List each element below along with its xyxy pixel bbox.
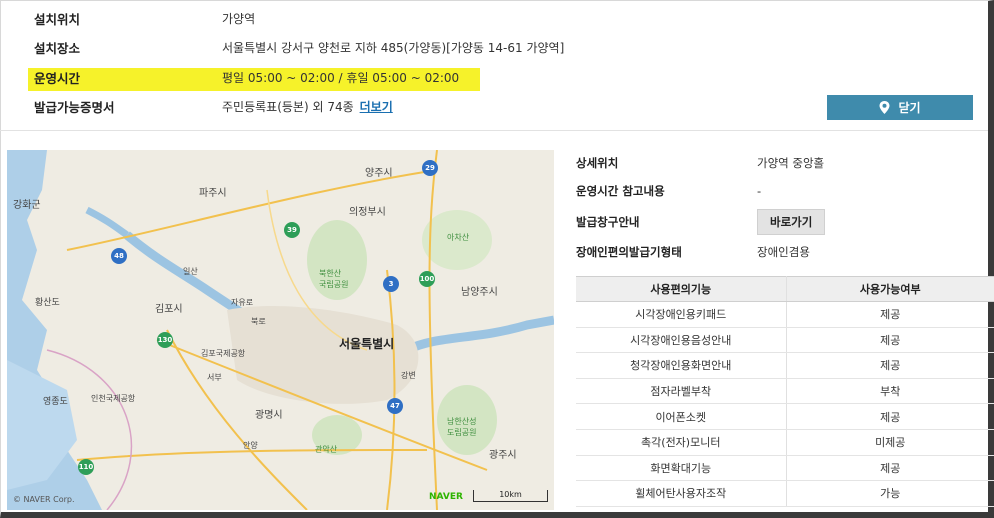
table-row: 시각장애인용음성안내 제공 bbox=[576, 327, 994, 354]
table-header-row: 사용편의기능 사용가능여부 bbox=[576, 276, 994, 302]
feature-cell: 점자라벨부착 bbox=[576, 378, 787, 405]
info-row-certificates: 발급가능증명서 주민등록표(등본) 외 74종 더보기 bbox=[34, 92, 393, 120]
map-label-incheon-airport: 인천국제공항 bbox=[91, 394, 136, 403]
map-label-gimpo-airport: 김포국제공항 bbox=[201, 349, 246, 358]
map-label-hwangsan: 황산도 bbox=[35, 298, 60, 308]
table-row: 촉각(전자)모니터 미제공 bbox=[576, 429, 994, 456]
map-label-namhansanseong: 남한산성 도립공원 bbox=[447, 417, 477, 437]
map-label-ganghwa: 강화군 bbox=[13, 200, 41, 211]
feature-cell: 화면확대기능 bbox=[576, 455, 787, 482]
map-label-achasan: 아차산 bbox=[447, 233, 470, 242]
detail-row-location: 상세위치 가양역 중앙홀 bbox=[576, 150, 824, 176]
route-shield: 39 bbox=[284, 222, 300, 238]
close-button[interactable]: 닫기 bbox=[827, 95, 973, 120]
route-shield: 47 bbox=[387, 398, 403, 414]
info-row-hours: 운영시간 평일 05:00 ~ 02:00 / 휴일 05:00 ~ 02:00 bbox=[34, 63, 459, 91]
table-row: 휠체어탄사용자조작 가능 bbox=[576, 480, 994, 507]
naver-logo: NAVER bbox=[429, 492, 463, 502]
detail-label: 발급창구안내 bbox=[576, 215, 640, 229]
feature-cell: 촉각(전자)모니터 bbox=[576, 429, 787, 456]
availability-cell: 제공 bbox=[786, 301, 994, 328]
column-header: 사용가능여부 bbox=[786, 276, 994, 302]
availability-cell: 제공 bbox=[786, 327, 994, 354]
map-label-gangbyeon: 강변 bbox=[401, 371, 416, 380]
map-label-gwanaksan: 관악산 bbox=[315, 445, 338, 454]
map-label-paju: 파주시 bbox=[199, 188, 227, 199]
table-row: 시각장애인용키패드 제공 bbox=[576, 301, 994, 328]
map-label-yeongjongdo: 영종도 bbox=[43, 397, 68, 407]
accessibility-table: 사용편의기능 사용가능여부 시각장애인용키패드 제공 시각장애인용음성안내 제공 청… bbox=[576, 276, 994, 507]
map-label-gimpo: 김포시 bbox=[155, 304, 183, 315]
table-row: 점자라벨부착 부착 bbox=[576, 378, 994, 405]
map-label-uijeongbu: 의정부시 bbox=[349, 207, 386, 218]
info-label: 설치장소 bbox=[34, 40, 81, 56]
feature-cell: 청각장애인용화면안내 bbox=[576, 352, 787, 379]
availability-cell: 제공 bbox=[786, 455, 994, 482]
route-shield: 29 bbox=[422, 160, 438, 176]
map-label-anyang: 안양 bbox=[243, 441, 258, 450]
info-label: 발급가능증명서 bbox=[34, 99, 115, 115]
location-map[interactable]: 양주시 파주시 강화군 의정부시 김포시 남양주시 서울특별시 광명시 광주시 … bbox=[7, 150, 554, 510]
map-label-namyangju: 남양주시 bbox=[461, 287, 498, 298]
map-label-gwangmyeong: 광명시 bbox=[255, 410, 283, 421]
route-shield: 48 bbox=[111, 248, 127, 264]
map-copyright: © NAVER Corp. bbox=[13, 495, 75, 504]
column-header: 사용편의기능 bbox=[576, 276, 787, 302]
route-shield: 3 bbox=[383, 276, 399, 292]
map-label-bukhansan: 북한산 국립공원 bbox=[319, 269, 349, 289]
map-label-yangju: 양주시 bbox=[365, 168, 393, 179]
goto-button[interactable]: 바로가기 bbox=[757, 209, 826, 235]
kiosk-info-section: 설치위치 가양역 설치장소 서울특별시 강서구 양천로 지하 485(가양동)[… bbox=[0, 0, 988, 130]
detail-label: 장애인편의발급기형태 bbox=[576, 245, 682, 259]
detail-row-type: 장애인편의발급기형태 장애인겸용 bbox=[576, 239, 810, 265]
route-shield: 130 bbox=[157, 332, 173, 348]
table-row: 청각장애인용화면안내 제공 bbox=[576, 352, 994, 379]
feature-cell: 시각장애인용키패드 bbox=[576, 301, 787, 328]
availability-cell: 미제공 bbox=[786, 429, 994, 456]
detail-value: - bbox=[757, 184, 762, 198]
close-button-label: 닫기 bbox=[898, 101, 921, 115]
table-row: 화면확대기능 제공 bbox=[576, 455, 994, 482]
feature-cell: 휠체어탄사용자조작 bbox=[576, 480, 787, 507]
availability-cell: 가능 bbox=[786, 480, 994, 507]
availability-cell: 제공 bbox=[786, 352, 994, 379]
info-value: 주민등록표(등본) 외 74종 bbox=[222, 99, 354, 114]
info-label: 운영시간 bbox=[34, 70, 81, 86]
detail-row-hours-note: 운영시간 참고내용 - bbox=[576, 178, 761, 204]
section-divider bbox=[0, 130, 988, 131]
map-label-seobu: 서부 bbox=[207, 373, 222, 382]
availability-cell: 제공 bbox=[786, 403, 994, 430]
info-row-location: 설치위치 가양역 bbox=[34, 4, 255, 32]
map-label-bukro: 북로 bbox=[251, 317, 266, 326]
info-row-place: 설치장소 서울특별시 강서구 양천로 지하 485(가양동)[가양동 14-61… bbox=[34, 33, 564, 61]
detail-label: 상세위치 bbox=[576, 156, 619, 170]
info-value: 가양역 bbox=[222, 11, 256, 26]
availability-cell: 부착 bbox=[786, 378, 994, 405]
info-value: 평일 05:00 ~ 02:00 / 휴일 05:00 ~ 02:00 bbox=[222, 70, 460, 85]
more-link[interactable]: 더보기 bbox=[360, 98, 393, 115]
map-scale: 10km bbox=[473, 490, 548, 502]
route-shield: 110 bbox=[78, 459, 94, 475]
map-label-ilsan: 일산 bbox=[183, 267, 198, 276]
map-label-gwangju: 광주시 bbox=[489, 450, 517, 461]
table-row: 이어폰소켓 제공 bbox=[576, 403, 994, 430]
detail-value: 장애인겸용 bbox=[757, 245, 810, 259]
map-label-jayuro: 자유로 bbox=[231, 298, 254, 307]
info-label: 설치위치 bbox=[34, 11, 81, 27]
map-pin-icon bbox=[879, 101, 890, 114]
detail-label: 운영시간 참고내용 bbox=[576, 184, 665, 198]
detail-row-window: 발급창구안내 바로가기 bbox=[576, 209, 826, 235]
info-value: 서울특별시 강서구 양천로 지하 485(가양동)[가양동 14-61 가양역] bbox=[222, 40, 565, 55]
route-shield: 100 bbox=[419, 271, 435, 287]
map-label-seoul: 서울특별시 bbox=[339, 337, 395, 351]
feature-cell: 이어폰소켓 bbox=[576, 403, 787, 430]
detail-value: 가양역 중앙홀 bbox=[757, 156, 825, 170]
feature-cell: 시각장애인용음성안내 bbox=[576, 327, 787, 354]
map-graphics bbox=[7, 150, 554, 510]
